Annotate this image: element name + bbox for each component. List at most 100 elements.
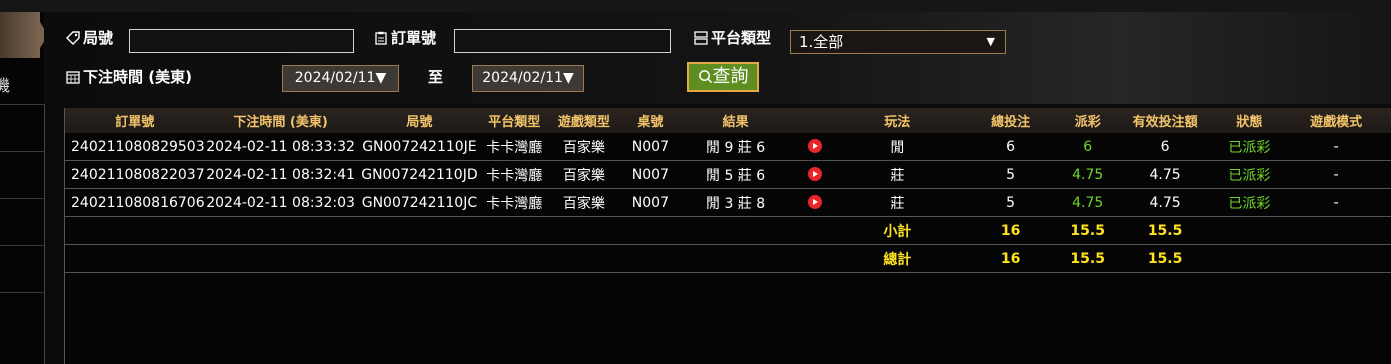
cell-table-no: N007 [621,160,680,189]
cell-payout: 4.75 [1063,160,1112,189]
play-icon[interactable] [807,138,822,153]
cell-game: GN007242110JE [356,133,483,161]
query-button-label: 查詢 [712,66,749,87]
calendar-icon [66,71,80,84]
sidebar-item-5[interactable] [0,246,44,293]
sidebar-item-2[interactable] [0,105,44,152]
col-header-valid-bet: 有效投注額 [1111,108,1219,133]
subtotal-spacer [65,216,838,245]
subtotal-bet: 16 [957,216,1064,245]
chevron-down-icon: ▼ [375,70,387,86]
total-bet: 16 [957,244,1064,273]
to-label: 至 [428,68,444,86]
col-header-game-type: 遊戲類型 [546,108,622,133]
subtotal-label: 小計 [837,216,958,245]
platform-select-value: 1.全部 [799,33,844,51]
play-icon[interactable] [807,166,822,181]
col-header-status: 狀態 [1218,108,1281,133]
cell-type: 百家樂 [546,133,622,161]
col-header-mode: 遊戲模式 [1280,108,1391,133]
play-icon[interactable] [807,194,822,209]
cell-table-no: N007 [621,188,680,217]
chevron-down-icon: ▼ [562,70,574,86]
cell-type: 百家樂 [546,160,622,189]
cell-order: 240211080829503 [65,133,205,161]
cell-table-no: N007 [621,133,680,161]
date-from-picker[interactable]: 2024/02/11▼ [282,65,399,92]
tag-icon [66,31,80,45]
search-icon [698,70,712,84]
total-payout: 15.5 [1063,244,1112,273]
cell-time: 2024-02-11 08:33:32 [204,133,357,161]
subtotal-tail [1218,216,1391,245]
game-no-input[interactable] [129,29,354,53]
cell-platform: 卡卡灣廳 [482,160,547,189]
sidebar-item-label: 機 [0,76,11,95]
cell-video [792,160,838,189]
col-header-payout: 派彩 [1063,108,1112,133]
cell-order: 240211080822037 [65,160,205,189]
total-spacer [65,244,838,273]
cell-valid: 4.75 [1111,188,1219,217]
cell-platform: 卡卡灣廳 [482,188,547,217]
cell-play: 莊 [837,160,958,189]
total-row: 總計 16 15.5 15.5 [65,244,1391,273]
cell-mode: - [1280,188,1391,217]
order-no-input[interactable] [454,29,671,53]
cell-video [792,188,838,217]
sidebar-item-3[interactable] [0,152,44,199]
cell-play: 閒 [837,133,958,161]
cell-result: 閒 9 莊 6 [679,133,792,161]
col-header-result: 結果 [679,108,792,133]
cell-video [792,133,838,161]
date-to-picker[interactable]: 2024/02/11▼ [472,65,584,92]
cell-bet: 5 [957,188,1064,217]
cell-order: 240211080816706 [65,188,205,217]
game-no-label: 局號 [66,27,113,48]
bet-time-label: 下注時間 (美東) [66,66,192,87]
sidebar-item-1[interactable]: 機 [0,58,44,105]
table-row: 240211080829503 2024-02-11 08:33:32 GN00… [65,133,1391,161]
chevron-down-icon: ▼ [986,35,995,48]
cell-play: 莊 [837,188,958,217]
cell-status: 已派彩 [1218,160,1281,189]
table-header-row: 訂單號 下注時間 (美東) 局號 平台類型 遊戲類型 桌號 結果 玩法 總投注 … [65,108,1391,133]
cell-mode: - [1280,160,1391,189]
cell-result: 閒 5 莊 6 [679,160,792,189]
col-header-order: 訂單號 [65,108,205,133]
subtotal-valid: 15.5 [1111,216,1219,245]
cell-platform: 卡卡灣廳 [482,133,547,161]
cell-game: GN007242110JC [356,188,483,217]
sidebar: 機 [0,12,48,364]
query-button[interactable]: 查詢 [687,62,759,92]
col-header-play: 玩法 [837,108,958,133]
cell-status: 已派彩 [1218,188,1281,217]
cell-valid: 4.75 [1111,160,1219,189]
cell-time: 2024-02-11 08:32:03 [204,188,357,217]
platform-label: 平台類型 [694,27,771,48]
server-icon [694,31,708,45]
cell-type: 百家樂 [546,188,622,217]
cell-mode: - [1280,133,1391,161]
sidebar-item-4[interactable] [0,199,44,246]
col-header-platform: 平台類型 [482,108,547,133]
cell-result: 閒 3 莊 8 [679,188,792,217]
total-tail [1218,244,1391,273]
cell-bet: 6 [957,133,1064,161]
cell-game: GN007242110JD [356,160,483,189]
col-header-game: 局號 [356,108,483,133]
cell-valid: 6 [1111,133,1219,161]
cell-bet: 5 [957,160,1064,189]
cell-time: 2024-02-11 08:32:41 [204,160,357,189]
platform-select[interactable]: 1.全部 ▼ [790,30,1006,54]
clipboard-icon [375,31,387,45]
col-header-video [792,108,838,133]
subtotal-row: 小計 16 15.5 15.5 [65,216,1391,245]
sidebar-item-active[interactable] [0,12,48,58]
cell-payout: 4.75 [1063,188,1112,217]
records-table: 訂單號 下注時間 (美東) 局號 平台類型 遊戲類型 桌號 結果 玩法 總投注 … [64,108,1391,364]
order-no-label: 訂單號 [374,27,436,48]
col-header-bet: 總投注 [957,108,1064,133]
total-valid: 15.5 [1111,244,1219,273]
cell-status: 已派彩 [1218,133,1281,161]
